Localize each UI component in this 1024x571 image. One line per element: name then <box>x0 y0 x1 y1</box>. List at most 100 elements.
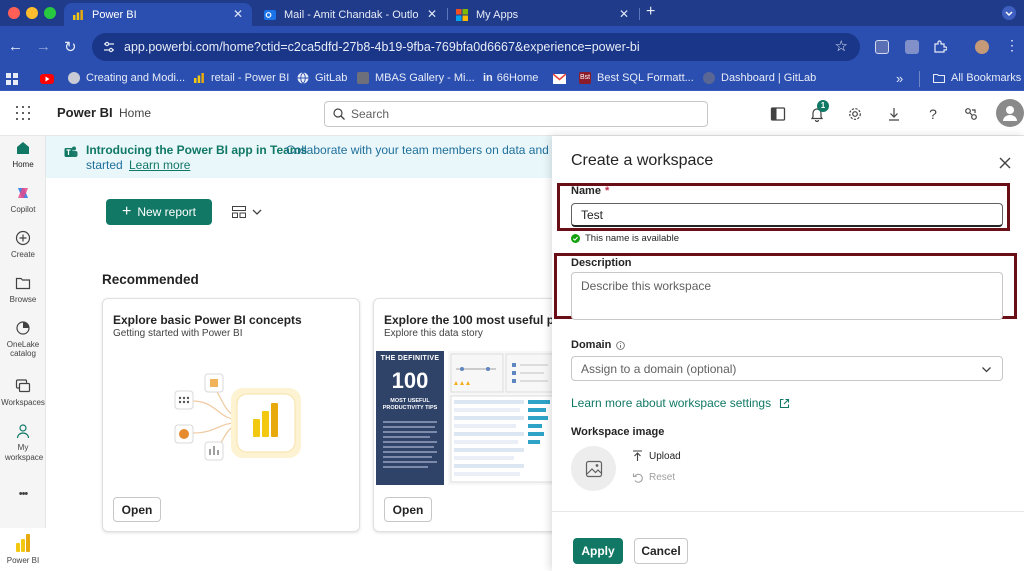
workspace-settings-link[interactable]: Learn more about workspace settings <box>571 396 790 410</box>
close-icon[interactable]: ✕ <box>233 7 243 21</box>
bookmark-favicon-icon <box>68 72 80 84</box>
browser-menu-icon[interactable]: ⋮ <box>1005 37 1019 54</box>
all-bookmarks-button[interactable]: All Bookmarks <box>933 72 1021 84</box>
name-status-text: This name is available <box>585 233 679 244</box>
copilot-icon <box>18 188 28 198</box>
youtube-icon[interactable] <box>40 73 54 85</box>
tab-power-bi[interactable]: Power BI ✕ <box>64 3 252 26</box>
download-icon[interactable] <box>886 106 902 122</box>
app-header: Power BI Home Search ? <box>0 91 1024 136</box>
brand-title[interactable]: Power BI <box>57 105 113 120</box>
tab-outlook-mail[interactable]: Mail - Amit Chandak - Outlo ✕ <box>256 3 446 26</box>
plus-icon: + <box>121 203 132 220</box>
bookmark-favicon-icon <box>357 72 369 84</box>
tab-my-apps[interactable]: My Apps ✕ <box>448 3 638 26</box>
domain-dropdown[interactable]: Assign to a domain (optional) <box>571 356 1003 381</box>
user-avatar[interactable] <box>996 99 1024 127</box>
my-apps-icon <box>456 8 468 21</box>
person-icon <box>16 424 30 439</box>
puzzle-extensions-icon[interactable] <box>933 40 947 54</box>
info-icon[interactable] <box>616 340 626 350</box>
close-icon[interactable]: ✕ <box>619 7 629 21</box>
workspace-description-input[interactable] <box>571 272 1003 320</box>
outlook-icon <box>264 9 276 20</box>
workspace-name-input[interactable] <box>571 203 1003 227</box>
tab-search-chevron-icon[interactable] <box>1002 6 1016 20</box>
linkedin-icon: in <box>483 72 493 84</box>
globe-icon <box>297 72 309 84</box>
folder-icon <box>15 277 31 290</box>
person-icon <box>1003 106 1017 121</box>
panel-toggle-icon[interactable] <box>770 106 786 122</box>
upload-label: Upload <box>649 450 681 462</box>
new-tab-button[interactable]: + <box>646 3 655 21</box>
learn-more-link[interactable]: Learn more <box>129 158 190 172</box>
reset-undo-icon <box>632 473 643 483</box>
new-report-button[interactable]: + New report <box>106 199 212 225</box>
breadcrumb[interactable]: Home <box>119 106 151 120</box>
tab-title: My Apps <box>476 8 519 21</box>
poster-number: 100 <box>391 368 429 393</box>
nav-item-my-workspace[interactable]: My workspace <box>0 423 46 463</box>
address-bar[interactable]: app.powerbi.com/home?ctid=c2ca5dfd-27b8-… <box>92 33 860 61</box>
app-launcher-icon[interactable] <box>16 106 30 120</box>
banner-body: Collaborate with your team members on da… <box>286 143 556 157</box>
extension-icon[interactable] <box>875 40 889 54</box>
bookmark-66home[interactable]: in 66Home <box>483 72 538 84</box>
browser-toolbar: ← → ↻ app.powerbi.com/home?ctid=c2ca5dfd… <box>0 26 1024 68</box>
name-label-text: Name <box>571 185 601 197</box>
recommended-card[interactable]: Explore basic Power BI concepts Getting … <box>102 298 360 532</box>
reload-icon[interactable]: ↻ <box>64 38 77 56</box>
nav-item-browse[interactable]: Browse <box>0 275 46 304</box>
open-button[interactable]: Open <box>384 497 432 522</box>
url-text: app.powerbi.com/home?ctid=c2ca5dfd-27b8-… <box>124 40 640 54</box>
site-settings-icon[interactable] <box>102 40 116 54</box>
workspaces-icon <box>15 379 31 393</box>
recommended-card[interactable]: Explore the 100 most useful prod Explore… <box>373 298 573 532</box>
gmail-icon[interactable] <box>553 73 566 85</box>
search-input[interactable]: Search <box>324 101 708 127</box>
more-nav-button[interactable]: ••• <box>0 488 46 500</box>
window-minimize-button[interactable] <box>26 7 38 19</box>
bookmark-gitlab[interactable]: GitLab <box>297 72 347 84</box>
profile-avatar-icon[interactable] <box>975 40 989 54</box>
forward-arrow-icon[interactable]: → <box>36 38 51 55</box>
power-bi-concepts-illustration <box>174 373 301 461</box>
name-validation-message: This name is available <box>571 233 679 244</box>
help-icon[interactable]: ? <box>925 106 941 122</box>
bookmark-star-icon[interactable]: ☆ <box>835 37 848 55</box>
nav-item-onelake-catalog[interactable]: OneLake catalog <box>0 320 46 358</box>
settings-gear-icon[interactable] <box>847 106 863 122</box>
nav-item-create[interactable]: Create <box>0 230 46 259</box>
back-arrow-icon[interactable]: ← <box>8 38 23 55</box>
close-icon[interactable] <box>998 156 1012 170</box>
nav-item-copilot[interactable]: Copilot <box>0 185 46 214</box>
more-bookmarks-button[interactable]: » <box>896 71 903 86</box>
cancel-button[interactable]: Cancel <box>634 538 688 564</box>
window-maximize-button[interactable] <box>44 7 56 19</box>
reset-button[interactable]: Reset <box>632 472 675 483</box>
nav-item-workspaces[interactable]: Workspaces <box>0 378 46 407</box>
bookmark-best-sql-formatter[interactable]: Bst Best SQL Formatt... <box>579 72 694 84</box>
bookmark-retail-power-bi[interactable]: retail - Power BI <box>193 72 289 84</box>
close-icon[interactable]: ✕ <box>427 7 437 21</box>
apply-button[interactable]: Apply <box>573 538 623 564</box>
teams-icon <box>64 146 78 157</box>
nav-item-label: Power BI <box>6 556 40 565</box>
apps-grid-icon[interactable] <box>6 73 18 85</box>
bookmark-creating-and-modifying[interactable]: Creating and Modi... <box>68 72 185 84</box>
feedback-share-icon[interactable] <box>963 106 979 122</box>
window-close-button[interactable] <box>8 7 20 19</box>
upload-button[interactable]: Upload <box>632 450 681 462</box>
power-bi-icon <box>16 534 30 552</box>
nav-item-power-bi-switcher[interactable]: Power BI <box>0 528 46 571</box>
new-report-label: New report <box>137 205 197 219</box>
bookmark-dashboard-gitlab[interactable]: Dashboard | GitLab <box>703 72 816 84</box>
bookmark-mbas-gallery[interactable]: MBAS Gallery - Mi... <box>357 72 475 84</box>
extension-icon[interactable] <box>905 40 919 54</box>
home-icon <box>17 142 29 154</box>
nav-item-home[interactable]: Home <box>0 140 46 169</box>
open-button[interactable]: Open <box>113 497 161 522</box>
view-toggle-dropdown[interactable] <box>232 203 264 221</box>
bookmark-label: Best SQL Formatt... <box>597 72 694 84</box>
